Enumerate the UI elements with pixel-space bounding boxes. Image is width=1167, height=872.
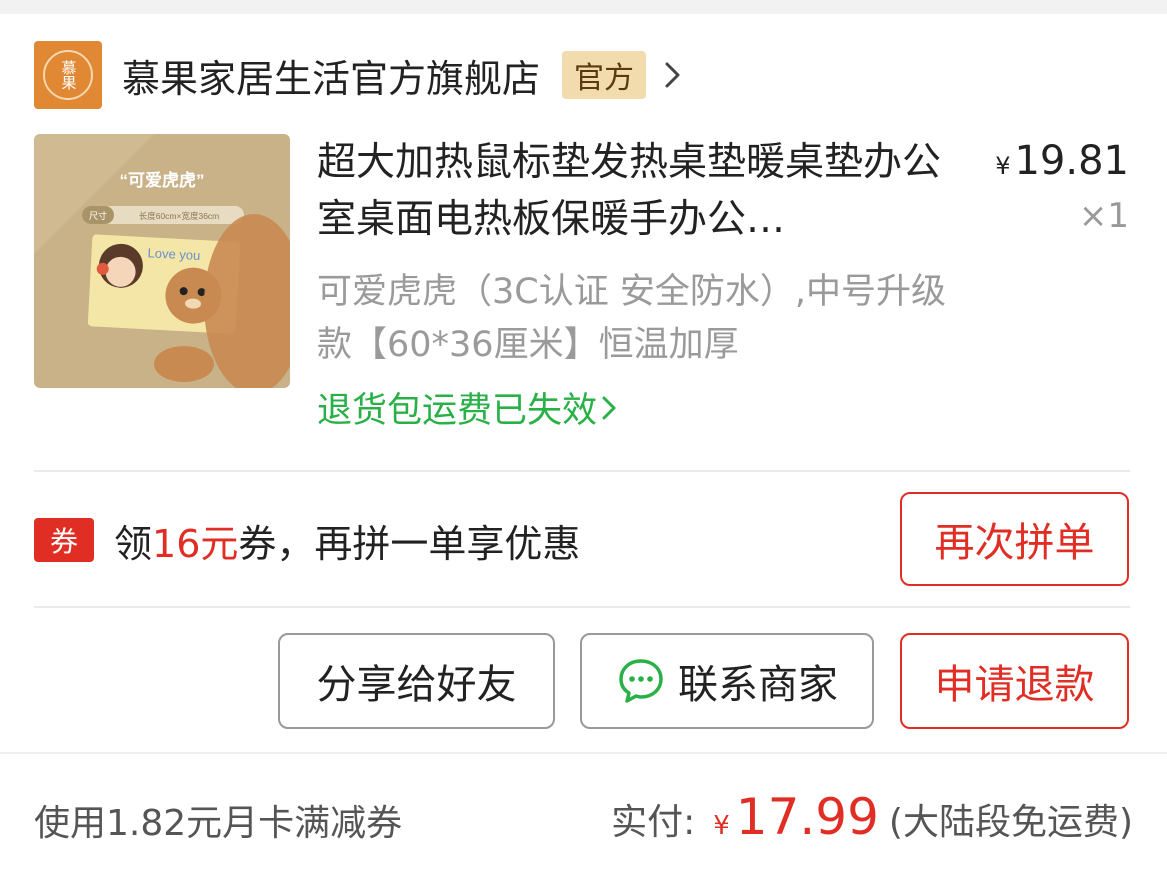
chat-bubble-icon (619, 659, 663, 703)
official-badge: 官方 (562, 51, 647, 99)
paid-symbol: ¥ (713, 811, 730, 841)
divider (34, 470, 1130, 472)
contact-merchant-label: 联系商家 (678, 662, 838, 708)
price-value: 19.81 (1014, 138, 1129, 184)
share-button[interactable]: 分享给好友 (278, 633, 555, 729)
image-size-label: 尺寸 (89, 210, 107, 221)
product-image[interactable]: “可爱虎虎” 尺寸 长度60cm×宽度36cm Love you (34, 134, 290, 388)
paid-summary: 实付: ¥ 17.99 (大陆段免运费) (611, 788, 1133, 846)
refund-button[interactable]: 申请退款 (900, 633, 1129, 729)
order-card: 慕果 慕果家居生活官方旗舰店 官方 “可爱虎虎” 尺寸 长度60cm×宽度36c… (0, 14, 1167, 872)
paid-amount: 17.99 (735, 788, 879, 846)
regroup-button[interactable]: 再次拼单 (900, 492, 1129, 586)
product-quantity: ×1 (1078, 196, 1129, 236)
store-logo-text: 慕果 (43, 50, 93, 100)
discount-info: 使用1.82元月卡满减券 (34, 803, 403, 844)
coupon-promo: 券 领16元券，再拼一单享优惠 (34, 514, 580, 566)
coupon-text: 领16元券，再拼一单享优惠 (114, 513, 580, 568)
product-title[interactable]: 超大加热鼠标垫发热桌垫暖桌垫办公室桌面电热板保暖手办公… (317, 134, 957, 248)
return-insurance-text: 退货包运费已失效 (317, 391, 598, 431)
image-love-text: Love you (147, 245, 200, 263)
coupon-tag: 券 (34, 518, 94, 562)
store-name[interactable]: 慕果家居生活官方旗舰店 (122, 48, 540, 103)
contact-merchant-button[interactable]: 联系商家 (580, 633, 874, 729)
coupon-amount: 16元 (152, 521, 239, 566)
shipping-note: (大陆段免运费) (888, 802, 1133, 843)
return-insurance-link[interactable]: 退货包运费已失效 (317, 382, 617, 433)
chevron-right-icon (602, 396, 616, 419)
product-spec: 可爱虎虎（3C认证 安全防水）,中号升级款【60*36厘米】恒温加厚 (317, 272, 946, 365)
chevron-right-icon[interactable] (660, 60, 684, 90)
product-price: ¥19.81 (995, 138, 1129, 184)
coupon-text-before: 领 (114, 521, 153, 566)
divider (34, 606, 1130, 608)
footer-divider (0, 752, 1167, 754)
paid-label: 实付: (611, 802, 696, 843)
coupon-text-after: 券，再拼一单享优惠 (238, 521, 581, 566)
price-symbol: ¥ (995, 152, 1011, 180)
image-caption: “可爱虎虎” (120, 170, 205, 190)
image-size-text: 长度60cm×宽度36cm (139, 211, 220, 221)
store-logo: 慕果 (34, 41, 102, 109)
store-header[interactable]: 慕果 慕果家居生活官方旗舰店 官方 (34, 40, 684, 110)
